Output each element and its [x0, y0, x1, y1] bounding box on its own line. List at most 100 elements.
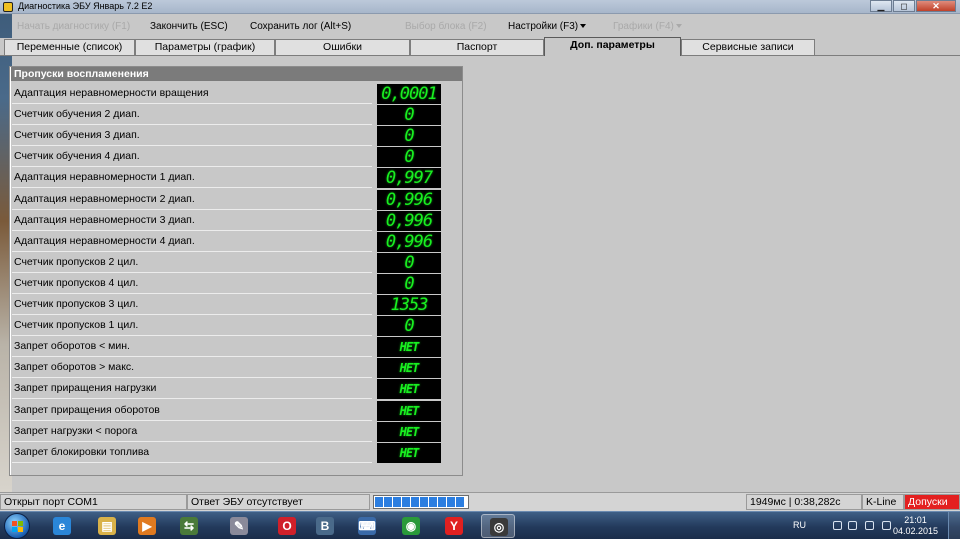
parameter-row: Счетчик пропусков 4 цил. [12, 273, 372, 294]
volume-icon[interactable] [882, 521, 891, 530]
minimize-button[interactable]: ▁ [870, 0, 892, 12]
parameter-value-display: 0 [377, 252, 441, 273]
ecu-status: Ответ ЭБУ отсутствует [187, 494, 370, 510]
parameter-value-display: НЕТ [377, 442, 441, 463]
parameter-label: Счетчик обучения 2 диап. [14, 108, 140, 121]
parameter-value-display: 0 [377, 316, 441, 337]
window-controls: ▁ ◻ ✕ [869, 0, 956, 12]
parameter-label: Адаптация неравномерности вращения [14, 87, 209, 99]
tolerance-alert[interactable]: Допуски [904, 494, 960, 510]
taskbar-app-button[interactable]: ▶ [130, 514, 164, 538]
menu-label: Графики (F4) [613, 21, 674, 32]
parameter-value-display: 1353 [377, 295, 441, 315]
parameter-label: Счетчик обучения 4 диап. [14, 150, 140, 163]
timing-status: 1949мс | 0:38,282с [746, 494, 862, 510]
tab-label: Ошибки [323, 41, 362, 53]
progress-segment [375, 497, 383, 507]
diagnostics-app-icon: ◎ [490, 518, 508, 536]
tab-label: Паспорт [456, 41, 498, 53]
tab-extra-parameters[interactable]: Доп. параметры [544, 37, 681, 56]
parameter-value-display: НЕТ [377, 421, 441, 442]
parameter-row: Счетчик пропусков 3 цил. [12, 294, 372, 315]
parameter-value-display: НЕТ [377, 337, 441, 358]
parameter-row: Счетчик обучения 3 диап. [12, 125, 372, 147]
start-diagnostics-button[interactable]: Начать диагностику (F1) [17, 21, 130, 32]
parameter-label: Адаптация неравномерности 4 диап. [14, 234, 195, 247]
tab-service-records[interactable]: Сервисные записи [681, 39, 815, 55]
parameter-row: Адаптация неравномерности 4 диап. [12, 231, 372, 252]
language-indicator[interactable]: RU [793, 520, 806, 530]
tab-parameters-graph[interactable]: Параметры (график) [135, 39, 275, 55]
progress-segment [438, 497, 446, 507]
tray-flag-icon[interactable] [848, 521, 857, 530]
parameter-label: Счетчик пропусков 1 цил. [14, 319, 139, 332]
select-unit-button[interactable]: Выбор блока (F2) [405, 21, 487, 32]
window-title: Диагностика ЭБУ Январь 7.2 Е2 [18, 1, 153, 11]
tab-variables-list[interactable]: Переменные (список) [4, 39, 135, 55]
start-button[interactable] [4, 513, 30, 539]
parameter-row: Запрет оборотов < мин. [12, 336, 372, 358]
parameter-value-display: НЕТ [377, 358, 441, 379]
show-desktop-button[interactable] [948, 512, 960, 539]
panel-title: Пропуски воспламенения [11, 67, 462, 81]
clock-date: 04.02.2015 [892, 526, 938, 536]
misfire-panel: Пропуски воспламенения Адаптация неравно… [9, 66, 463, 476]
app-icon [3, 2, 13, 12]
chrome-icon: ◉ [402, 517, 420, 535]
status-bar: Открыт порт COM1 Ответ ЭБУ отсутствует 1… [0, 492, 960, 511]
settings-menu[interactable]: Настройки (F3) [508, 21, 587, 32]
parameter-label: Счетчик обучения 3 диап. [14, 129, 140, 142]
parameter-row: Адаптация неравномерности 2 диап. [12, 189, 372, 210]
windows-logo-icon [12, 521, 17, 526]
maximize-button[interactable]: ◻ [893, 0, 915, 12]
progress-segment [429, 497, 437, 507]
taskbar-app-button[interactable]: ▤ [90, 514, 124, 538]
taskbar-app-button[interactable]: ✎ [222, 514, 256, 538]
parameter-row: Счетчик пропусков 2 цил. [12, 252, 372, 273]
tool-app-icon: ✎ [230, 517, 248, 535]
progress-segment [456, 497, 464, 507]
taskbar-app-button[interactable]: ◎ [481, 514, 515, 538]
parameter-row: Запрет приращения оборотов [12, 400, 372, 421]
save-log-button[interactable]: Сохранить лог (Alt+S) [250, 21, 351, 32]
taskbar-app-button[interactable]: O [270, 514, 304, 538]
taskbar-app-button[interactable]: Y [437, 514, 471, 538]
finish-button[interactable]: Закончить (ESC) [150, 21, 228, 32]
parameter-row: Счетчик обучения 2 диап. [12, 104, 372, 126]
parameter-value-display: 0 [377, 273, 441, 294]
clock[interactable]: 21:01 04.02.2015 [893, 515, 938, 537]
parameter-label: Адаптация неравномерности 1 диап. [14, 171, 195, 184]
windows-logo-part [18, 527, 23, 532]
taskbar-app-button[interactable]: В [308, 514, 342, 538]
tab-errors[interactable]: Ошибки [275, 39, 410, 55]
tray-device-icon[interactable] [833, 521, 842, 530]
parameter-value-display: 0,996 [377, 189, 441, 210]
network-icon[interactable] [865, 521, 874, 530]
graphs-menu[interactable]: Графики (F4) [613, 21, 682, 32]
taskbar-app-button[interactable]: ⇆ [172, 514, 206, 538]
parameter-label: Счетчик пропусков 2 цил. [14, 255, 139, 268]
taskbar-app-button[interactable]: ◉ [394, 514, 428, 538]
taskbar-app-button[interactable]: e [45, 514, 79, 538]
parameter-label: Счетчик пропусков 4 цил. [14, 276, 139, 289]
progress-segment [447, 497, 455, 507]
parameter-label: Запрет приращения оборотов [14, 403, 160, 416]
parameter-row: Счетчик пропусков 1 цил. [12, 315, 372, 337]
parameter-label: Запрет оборотов > макс. [14, 361, 135, 374]
ie-icon: e [53, 517, 71, 535]
clock-time: 21:01 [904, 515, 927, 525]
menu-label: Сохранить лог (Alt+S) [250, 21, 352, 32]
tab-passport[interactable]: Паспорт [410, 39, 544, 55]
progress-segment [384, 497, 392, 507]
parameter-label: Запрет блокировки топлива [14, 445, 150, 458]
close-button[interactable]: ✕ [916, 0, 956, 12]
progress-segment [402, 497, 410, 507]
connection-progress [373, 495, 469, 509]
parameter-row: Запрет нагрузки < порога [12, 421, 372, 442]
windows-logo-part [18, 521, 23, 526]
parameter-value-display: 0 [377, 147, 441, 168]
taskbar: e ▤ ▶ ⇆ ✎ O В ⌨ ◉ Y ◎ RU 21:01 04.02.2015 [0, 511, 960, 539]
taskbar-app-button[interactable]: ⌨ [350, 514, 384, 538]
parameter-value-display: 0,996 [377, 231, 441, 252]
parameter-label: Счетчик пропусков 3 цил. [14, 298, 139, 310]
